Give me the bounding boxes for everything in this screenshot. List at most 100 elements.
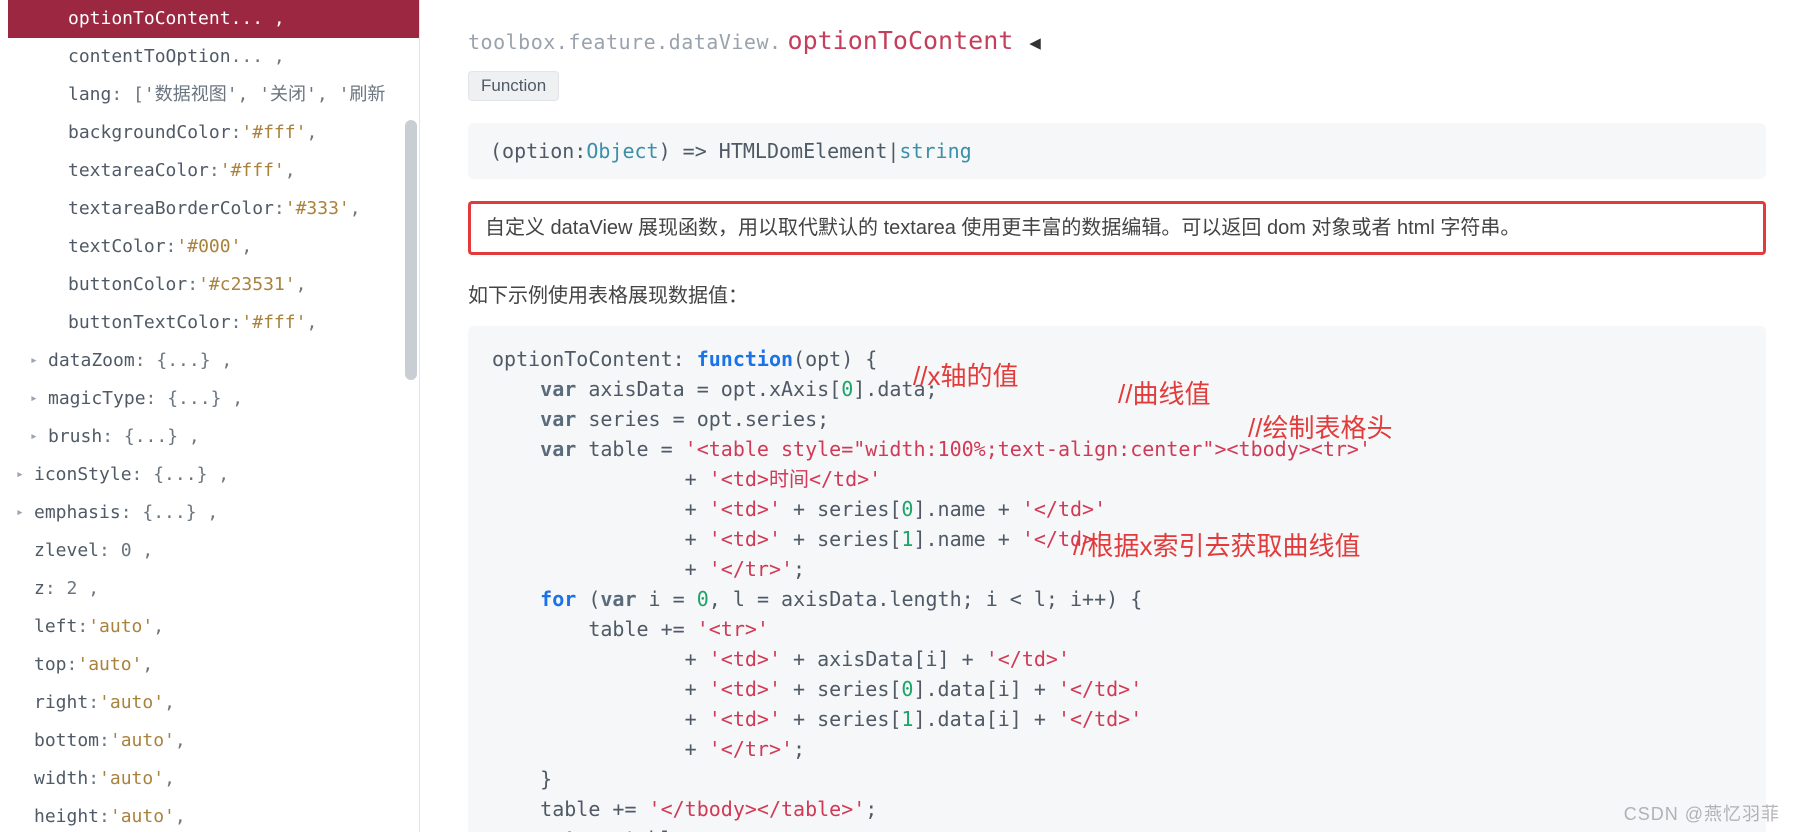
tree-tail: , bbox=[164, 684, 175, 722]
sidebar-item-optionToContent[interactable]: ▸optionToContent... , bbox=[8, 0, 419, 38]
tree-key: textareaBorderColor bbox=[68, 190, 274, 228]
sidebar-scrollbar-thumb[interactable] bbox=[405, 120, 417, 380]
code-annotation-3: //根据x索引去获取曲线值 bbox=[1073, 526, 1360, 563]
tree-punct: : {...} , bbox=[146, 380, 244, 418]
sidebar-item-textareaBorderColor[interactable]: ▸textareaBorderColor: '#333' , bbox=[8, 190, 419, 228]
sidebar-item-brush[interactable]: ▸brush: {...} , bbox=[8, 418, 419, 456]
description-text: 自定义 dataView 展现函数，用以取代默认的 textarea 使用更丰富… bbox=[485, 217, 1520, 239]
sidebar-item-textareaColor[interactable]: ▸textareaColor: '#fff' , bbox=[8, 152, 419, 190]
tree-key: zlevel bbox=[34, 532, 99, 570]
tree-key: dataZoom bbox=[48, 342, 135, 380]
tree-punct: : bbox=[88, 760, 99, 798]
sidebar-item-dataZoom[interactable]: ▸dataZoom: {...} , bbox=[8, 342, 419, 380]
tree-punct: : bbox=[187, 266, 198, 304]
tree-punct: ... , bbox=[231, 38, 285, 76]
tree-punct: : 2 , bbox=[45, 570, 99, 608]
tree-key: textareaColor bbox=[68, 152, 209, 190]
code-annotation-1: //曲线值 bbox=[1118, 374, 1210, 411]
sidebar-item-top[interactable]: ▸top: 'auto' , bbox=[8, 646, 419, 684]
breadcrumb: toolbox.feature.dataView. optionToConten… bbox=[468, 26, 1766, 55]
tree-punct: : bbox=[77, 608, 88, 646]
code-annotation-2: //绘制表格头 bbox=[1248, 408, 1392, 445]
tree-key: width bbox=[34, 760, 88, 798]
type-badge: Function bbox=[468, 71, 559, 101]
watermark: CSDN @燕忆羽菲 bbox=[1624, 800, 1780, 826]
code-annotation-0: //x轴的值 bbox=[913, 356, 1018, 393]
tree-tail: , bbox=[175, 722, 186, 760]
tree-key: contentToOption bbox=[68, 38, 231, 76]
tree-punct: : {...} , bbox=[135, 342, 233, 380]
tree-value: 'auto' bbox=[99, 760, 164, 798]
description-highlight: 自定义 dataView 展现函数，用以取代默认的 textarea 使用更丰富… bbox=[468, 201, 1766, 255]
tree-punct: : {...} , bbox=[121, 494, 219, 532]
tree-key: buttonColor bbox=[68, 266, 187, 304]
breadcrumb-path[interactable]: toolbox.feature.dataView. bbox=[468, 30, 782, 54]
tree-key: brush bbox=[48, 418, 102, 456]
tree-key: buttonTextColor bbox=[68, 304, 231, 342]
tree-punct: : bbox=[274, 190, 285, 228]
tree-key: z bbox=[34, 570, 45, 608]
sidebar-item-zlevel[interactable]: ▸zlevel: 0 , bbox=[8, 532, 419, 570]
tree-tail: , bbox=[175, 798, 186, 832]
sidebar-item-height[interactable]: ▸height: 'auto' , bbox=[8, 798, 419, 832]
tree-value: '#000' bbox=[176, 228, 241, 266]
signature-text: (option:Object) => HTMLDomElement|string bbox=[490, 139, 972, 163]
main-content: toolbox.feature.dataView. optionToConten… bbox=[420, 0, 1794, 832]
tree-key: magicType bbox=[48, 380, 146, 418]
tree-key: left bbox=[34, 608, 77, 646]
sidebar-item-textColor[interactable]: ▸textColor: '#000' , bbox=[8, 228, 419, 266]
tree-tail: , bbox=[285, 152, 296, 190]
sidebar-item-lang[interactable]: ▸lang: ['数据视图', '关闭', '刷新 bbox=[8, 76, 419, 114]
tree-punct: : bbox=[88, 684, 99, 722]
expand-arrow-icon[interactable]: ▸ bbox=[30, 380, 48, 418]
breadcrumb-name: optionToContent bbox=[788, 26, 1014, 55]
expand-arrow-icon[interactable]: ▸ bbox=[16, 494, 34, 532]
sidebar-item-buttonTextColor[interactable]: ▸buttonTextColor: '#fff' , bbox=[8, 304, 419, 342]
tree-key: iconStyle bbox=[34, 456, 132, 494]
tree-value: 'auto' bbox=[77, 646, 142, 684]
tree-tail: , bbox=[306, 114, 317, 152]
sidebar-item-emphasis[interactable]: ▸emphasis: {...} , bbox=[8, 494, 419, 532]
sidebar-item-width[interactable]: ▸width: 'auto' , bbox=[8, 760, 419, 798]
tree-key: backgroundColor bbox=[68, 114, 231, 152]
expand-arrow-icon[interactable]: ▸ bbox=[30, 342, 48, 380]
tree-punct: : bbox=[99, 798, 110, 832]
tree-punct: : bbox=[99, 722, 110, 760]
code-example-container: optionToContent: function(opt) { var axi… bbox=[468, 326, 1766, 832]
sidebar-item-bottom[interactable]: ▸bottom: 'auto' , bbox=[8, 722, 419, 760]
tree-key: emphasis bbox=[34, 494, 121, 532]
tree-value: '#fff' bbox=[241, 114, 306, 152]
tree-value: '#fff' bbox=[220, 152, 285, 190]
tree-key: textColor bbox=[68, 228, 166, 266]
tree-tail: , bbox=[241, 228, 252, 266]
sidebar-nav[interactable]: ▸optionToContent... ,▸contentToOption...… bbox=[0, 0, 420, 832]
sidebar-item-z[interactable]: ▸z: 2 , bbox=[8, 570, 419, 608]
expand-arrow-icon[interactable]: ▸ bbox=[30, 418, 48, 456]
tree-punct: : bbox=[231, 304, 242, 342]
tree-punct: : bbox=[67, 646, 78, 684]
tree-key: lang bbox=[68, 76, 111, 114]
tree-punct: : bbox=[209, 152, 220, 190]
tree-punct: ... , bbox=[231, 0, 285, 38]
sidebar-item-contentToOption[interactable]: ▸contentToOption... , bbox=[8, 38, 419, 76]
tree-tail: , bbox=[142, 646, 153, 684]
tree-tail: , bbox=[153, 608, 164, 646]
sidebar-item-right[interactable]: ▸right: 'auto' , bbox=[8, 684, 419, 722]
sidebar-item-backgroundColor[interactable]: ▸backgroundColor: '#fff' , bbox=[8, 114, 419, 152]
tree-key: bottom bbox=[34, 722, 99, 760]
sidebar-item-left[interactable]: ▸left: 'auto' , bbox=[8, 608, 419, 646]
signature-box: (option:Object) => HTMLDomElement|string bbox=[468, 123, 1766, 179]
tree-key: optionToContent bbox=[68, 0, 231, 38]
sidebar-item-buttonColor[interactable]: ▸buttonColor: '#c23531' , bbox=[8, 266, 419, 304]
tree-tail: , bbox=[306, 304, 317, 342]
collapse-icon[interactable]: ◀ bbox=[1029, 32, 1040, 54]
sidebar-item-iconStyle[interactable]: ▸iconStyle: {...} , bbox=[8, 456, 419, 494]
example-intro: 如下示例使用表格展现数据值： bbox=[468, 279, 1766, 308]
tree-value: 'auto' bbox=[110, 798, 175, 832]
sidebar-item-magicType[interactable]: ▸magicType: {...} , bbox=[8, 380, 419, 418]
tree-punct: : {...} , bbox=[102, 418, 200, 456]
tree-key: right bbox=[34, 684, 88, 722]
tree-punct: : bbox=[231, 114, 242, 152]
expand-arrow-icon[interactable]: ▸ bbox=[16, 456, 34, 494]
code-block[interactable]: optionToContent: function(opt) { var axi… bbox=[468, 326, 1766, 832]
